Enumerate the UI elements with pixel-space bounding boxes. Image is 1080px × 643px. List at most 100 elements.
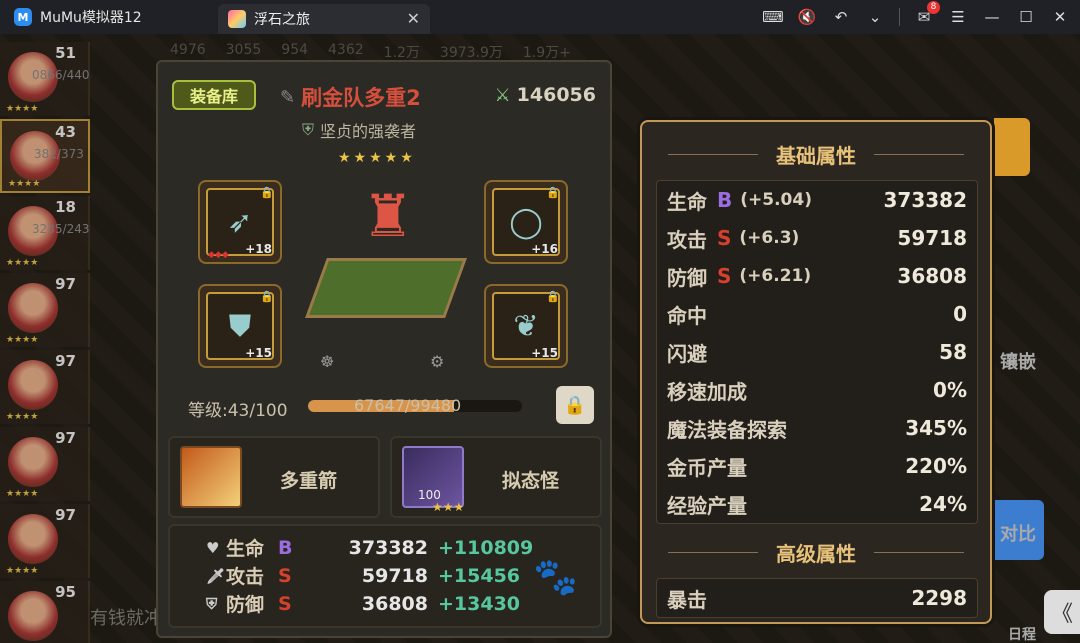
- hero-list-item[interactable]: 97 ★★★★: [0, 350, 90, 424]
- hero-hp: 382/373: [34, 147, 84, 161]
- skill-multishot[interactable]: 多重箭: [168, 436, 380, 518]
- top-stat: 1.9万+: [522, 45, 571, 61]
- stat-row-defense: ⛨ 防御 S 36808 +13430: [206, 590, 520, 617]
- advanced-attributes-header: 高级属性: [642, 534, 990, 570]
- hero-stars: ★★★★: [8, 179, 41, 189]
- attribute-row: 暴击 2298: [657, 579, 977, 617]
- keyboard-icon[interactable]: ⌨: [762, 7, 784, 27]
- toolbar-divider: [899, 8, 900, 26]
- lock-button[interactable]: 🔒: [556, 386, 594, 424]
- level-text: 等级:43/100: [188, 401, 288, 421]
- stat-delta: +110809: [438, 536, 534, 559]
- attribute-value: 58: [939, 340, 967, 364]
- title-bar: M MuMu模拟器12 浮石之旅 ✕ ⌨ 🔇 ↶ ⌄ ✉ 8 ☰ — ☐ ✕: [0, 0, 1080, 34]
- stat-name: 攻击: [226, 566, 265, 588]
- attribute-row: 移速加成 0%: [657, 371, 977, 409]
- divider-line: [874, 153, 964, 155]
- tab-game[interactable]: 浮石之旅 ✕: [218, 4, 430, 34]
- inlay-label[interactable]: 镶嵌: [1000, 348, 1036, 374]
- combat-power: ⚔ 146056: [495, 84, 596, 106]
- minimize-icon[interactable]: —: [982, 7, 1002, 27]
- collapse-arrow-icon[interactable]: 《: [1044, 590, 1080, 634]
- back-icon[interactable]: ↶: [831, 7, 851, 27]
- lock-icon: 🔒: [546, 290, 560, 303]
- maximize-icon[interactable]: ☐: [1016, 7, 1036, 27]
- hero-list-item[interactable]: 97 ★★★★: [0, 273, 90, 347]
- hero-list-item[interactable]: 97 ★★★★: [0, 504, 90, 578]
- slot-bow[interactable]: ➶ 🔒 +18 ◆◆◆: [198, 180, 282, 264]
- hero-list-item[interactable]: 43 382/373 ★★★★: [0, 119, 90, 193]
- basic-attributes-header: 基础属性: [642, 136, 990, 172]
- mute-icon[interactable]: 🔇: [797, 7, 817, 27]
- attribute-name: 金币产量: [667, 455, 747, 480]
- skill-mimic[interactable]: 100 ★★★ 拟态怪: [390, 436, 602, 518]
- hero-hp: 3235/243: [32, 222, 90, 236]
- stat-row-hp: ♥ 生命 B 373382 +110809: [206, 534, 533, 561]
- attribute-rank: B: [717, 188, 733, 212]
- app-title-text: MuMu模拟器12: [40, 10, 142, 26]
- basic-attributes-table: 生命 B (+5.04) 373382 攻击 S (+6.3) 59718 防御 S (+6.21)…: [656, 180, 978, 524]
- attributes-popup: 基础属性 生命 B (+5.04) 373382 攻击 S (+6.3) 59718 防御 S (+…: [640, 120, 992, 624]
- attribute-row: 经验产量 24%: [657, 485, 977, 523]
- pet-icon[interactable]: ☸: [320, 352, 334, 371]
- attribute-value: 0: [953, 302, 967, 326]
- attribute-row: 防御 S (+6.21) 36808: [657, 257, 977, 295]
- stat-delta: +13430: [438, 592, 521, 615]
- side-button[interactable]: [994, 118, 1030, 176]
- lock-icon: 🔒: [546, 186, 560, 199]
- hero-level: 95: [55, 583, 76, 601]
- hero-list-item[interactable]: 97 ★★★★: [0, 427, 90, 501]
- attribute-name: 闪避: [667, 341, 707, 366]
- compare-label[interactable]: 对比: [1000, 520, 1036, 546]
- top-stat: 4976: [170, 42, 206, 58]
- hero-portrait: [8, 437, 58, 487]
- top-stat: 3973.9万: [439, 45, 503, 61]
- hero-stars: ★★★★: [6, 566, 39, 576]
- attribute-name: 生命: [667, 189, 707, 214]
- top-stat: 4362: [328, 42, 364, 58]
- hero-list: 51 0866/440 ★★★★ 43 382/373 ★★★★ 18 3235/243 ★★★…: [0, 42, 90, 643]
- slot-armor[interactable]: ⛊ 🔒 +15: [198, 284, 282, 368]
- hero-level: 97: [55, 275, 76, 293]
- hero-stars: ★★★★: [6, 489, 39, 499]
- mail-badge: 8: [927, 1, 940, 14]
- lock-icon: 🔒: [260, 186, 274, 199]
- tab-title: 浮石之旅: [254, 12, 310, 28]
- xp-text: 67647/99480: [354, 396, 462, 415]
- equipment-library-button[interactable]: 装备库: [172, 80, 256, 110]
- hero-stars: ★★★★: [6, 412, 39, 422]
- close-window-icon[interactable]: ✕: [1050, 7, 1070, 27]
- close-tab-icon[interactable]: ✕: [407, 9, 420, 28]
- advanced-attributes-table: 暴击 2298: [656, 578, 978, 618]
- settings-icon[interactable]: ⚙: [430, 352, 444, 371]
- attribute-value: 220%: [905, 454, 967, 478]
- crossed-swords-icon: ⚔: [494, 84, 511, 106]
- attribute-row: 攻击 S (+6.3) 59718: [657, 219, 977, 257]
- stat-summary[interactable]: ♥ 生命 B 373382 +110809 🗡 攻击 S 59718 +1545…: [168, 524, 602, 628]
- attribute-name: 移速加成: [667, 379, 747, 404]
- slot-ring[interactable]: ◯ 🔒 +16: [484, 180, 568, 264]
- hero-list-item[interactable]: 51 0866/440 ★★★★: [0, 42, 90, 116]
- attribute-value: 373382: [883, 188, 968, 212]
- slot-plus: +15: [245, 346, 272, 360]
- mimic-icon: 100 ★★★: [402, 446, 464, 514]
- hero-list-item[interactable]: 95★★★★: [0, 581, 90, 643]
- hero-list-item[interactable]: 18 3235/243 ★★★★: [0, 196, 90, 270]
- game-viewport: 4976 3055 954 4362 1.2万 3973.9万 1.9万+ 51 0866/4…: [0, 34, 1080, 643]
- slot-amulet[interactable]: ❦ 🔒 +15: [484, 284, 568, 368]
- paw-icon[interactable]: 🐾: [533, 556, 578, 598]
- hero-level: 97: [55, 352, 76, 370]
- hero-avatar[interactable]: ♜: [358, 182, 418, 272]
- schedule-label[interactable]: 日程: [1008, 624, 1036, 643]
- mail-icon[interactable]: ✉ 8: [914, 1, 940, 27]
- attribute-value: 36808: [897, 264, 967, 288]
- slot-plus: +15: [531, 346, 558, 360]
- attribute-row: 生命 B (+5.04) 373382: [657, 181, 977, 219]
- edit-pencil-icon[interactable]: ✎: [280, 87, 295, 108]
- gem-icon: ◆◆◆: [208, 250, 229, 260]
- menu-icon[interactable]: ☰: [948, 7, 968, 27]
- team-name[interactable]: ✎ 刷金队多重2: [280, 82, 421, 112]
- chevron-down-icon[interactable]: ⌄: [865, 7, 885, 27]
- attribute-name: 攻击: [667, 227, 707, 252]
- hero-level: 43: [55, 123, 76, 141]
